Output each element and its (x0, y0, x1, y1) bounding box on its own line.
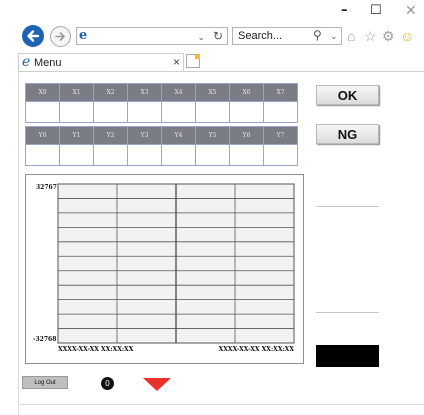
input-label: X6 (229, 83, 264, 102)
tab-menu[interactable]: e Menu × (18, 53, 184, 71)
bottom-divider (18, 404, 424, 405)
x-tick-start: XXXX-XX-XX XX:XX:XX (58, 346, 134, 353)
new-tab-button[interactable] (186, 54, 200, 68)
y-tick-min: -32768 (33, 336, 56, 343)
status-count-badge: 0 (101, 377, 114, 390)
output-label: Y6 (229, 126, 264, 145)
tab-title: Menu (34, 57, 62, 69)
output-value-row (25, 144, 298, 166)
input-label: X4 (161, 83, 196, 102)
favorites-star-icon[interactable]: ☆ (364, 27, 377, 45)
input-value-cell (195, 101, 230, 123)
input-label: X0 (25, 83, 60, 102)
input-value-cell (161, 101, 196, 123)
output-value-cell (195, 144, 230, 166)
input-label: X7 (263, 83, 298, 102)
address-bar[interactable]: e ⌄ ↻ (76, 27, 228, 45)
input-value-cell (127, 101, 162, 123)
output-value-cell (93, 144, 128, 166)
maximize-button[interactable]: ☐ (370, 2, 382, 20)
ie-tab-icon: e (22, 54, 31, 70)
back-button[interactable] (22, 25, 44, 47)
trend-chart: 32767 -32768 XXXX-XX-XX XX:XX:XX XXXX-XX-XX… (25, 174, 304, 364)
tab-divider (18, 71, 424, 72)
input-value-row (25, 101, 298, 123)
output-label: Y2 (93, 126, 128, 145)
input-value-cell (93, 101, 128, 123)
output-value-cell (229, 144, 264, 166)
close-window-button[interactable]: ✕ (405, 2, 417, 20)
output-label: Y4 (161, 126, 196, 145)
y-tick-max: 32767 (36, 184, 57, 191)
output-label: Y7 (263, 126, 298, 145)
output-value-cell (25, 144, 60, 166)
io-status-table: X0 X1 X2 X3 X4 X5 X6 X7 Y0 Y1 Y2 Y3 Y4 Y… (25, 83, 298, 166)
output-header-row: Y0 Y1 Y2 Y3 Y4 Y5 Y6 Y7 (25, 126, 298, 145)
search-box[interactable]: Search... ⚲ ⌄ (232, 27, 342, 45)
tab-close-button[interactable]: × (173, 55, 180, 70)
chevron-down-icon[interactable]: ⌄ (197, 29, 205, 45)
search-input[interactable]: Search... (238, 29, 282, 44)
minimize-button[interactable]: – (341, 2, 348, 20)
ie-page-icon: e (79, 28, 88, 43)
search-icon[interactable]: ⚲ (313, 27, 322, 43)
output-label: Y5 (195, 126, 230, 145)
input-label: X3 (127, 83, 162, 102)
content-frame-edge (18, 72, 19, 415)
ng-button[interactable]: NG (316, 124, 379, 144)
input-value-cell (25, 101, 60, 123)
output-value-cell (127, 144, 162, 166)
input-label: X1 (59, 83, 94, 102)
x-tick-end: XXXX-XX-XX XX:XX:XX (219, 346, 295, 353)
feedback-smiley-icon[interactable]: ☺ (400, 27, 414, 45)
separator-line (316, 312, 379, 313)
output-label: Y3 (127, 126, 162, 145)
logout-button[interactable]: Log Out (22, 376, 68, 389)
trend-chart-svg: 32767-32768XXXX-XX-XX XX:XX:XX XXXX-XX-XX… (33, 183, 295, 353)
settings-gear-icon[interactable]: ⚙ (382, 27, 395, 45)
input-value-cell (229, 101, 264, 123)
input-label: X5 (195, 83, 230, 102)
input-header-row: X0 X1 X2 X3 X4 X5 X6 X7 (25, 83, 298, 102)
forward-arrow-icon (55, 32, 65, 41)
status-display (316, 345, 379, 367)
ok-button[interactable]: OK (316, 85, 379, 105)
refresh-icon[interactable]: ↻ (213, 28, 223, 44)
output-value-cell (59, 144, 94, 166)
forward-button[interactable] (50, 26, 71, 47)
alarm-down-arrow-icon[interactable] (143, 378, 171, 391)
output-value-cell (161, 144, 196, 166)
input-label: X2 (93, 83, 128, 102)
separator-line (316, 206, 379, 207)
output-label: Y1 (59, 126, 94, 145)
input-value-cell (59, 101, 94, 123)
back-arrow-icon (27, 30, 40, 42)
search-dropdown-icon[interactable]: ⌄ (330, 29, 338, 44)
output-label: Y0 (25, 126, 60, 145)
input-value-cell (263, 101, 298, 123)
output-value-cell (263, 144, 298, 166)
home-icon[interactable]: ⌂ (347, 27, 355, 45)
